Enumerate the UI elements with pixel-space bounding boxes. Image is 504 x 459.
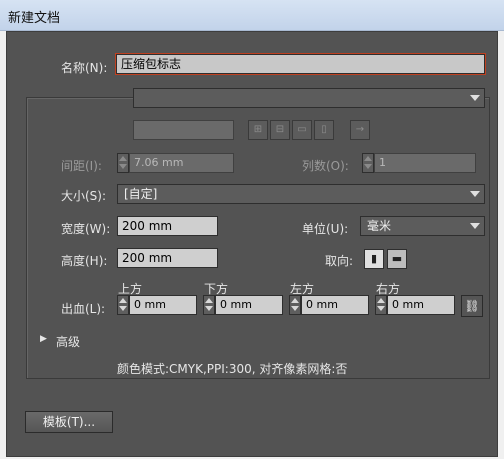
grid-by-column-icon[interactable]: ⊟ [270,120,290,140]
artboard-count-input[interactable] [133,120,234,140]
bleed-top-input[interactable]: 0 mm [129,295,197,315]
orientation-label: 取向: [325,254,354,268]
chevron-down-icon [470,223,480,229]
unit-value: 毫米 [367,219,392,233]
bleed-right-input[interactable]: 0 mm [387,295,455,315]
bleed-left-input[interactable]: 0 mm [301,295,369,315]
columns-label: 列数(O): [302,159,349,173]
bleed-left-stepper[interactable] [289,295,301,315]
document-name-input[interactable]: 压缩包标志 [115,53,486,75]
spacing-input[interactable]: 7.06 mm [129,153,234,173]
arrange-by-row-icon[interactable]: ▭ [292,120,312,140]
portrait-orientation-icon[interactable]: ▮ [364,249,384,269]
size-value: [自定] [124,187,158,201]
spacing-label: 间距(I): [61,159,102,173]
landscape-orientation-icon[interactable]: ▬ [387,249,407,269]
chevron-down-icon [470,191,480,197]
bleed-right-stepper[interactable] [375,295,387,315]
spacing-stepper[interactable] [117,153,129,173]
columns-stepper[interactable] [362,153,374,173]
bleed-bottom-input[interactable]: 0 mm [215,295,283,315]
profile-select[interactable] [133,88,485,108]
chain-link-icon[interactable]: ⛓ [461,295,483,317]
height-label: 高度(H): [61,254,108,268]
arrow-right-icon[interactable]: → [350,120,370,140]
size-label: 大小(S): [61,189,107,203]
unit-select[interactable]: 毫米 [360,216,485,236]
width-label: 宽度(W): [61,222,111,236]
color-mode-info: 颜色模式:CMYK,PPI:300, 对齐像素网格:否 [117,362,348,376]
size-select[interactable]: [自定] [117,184,485,204]
columns-input[interactable]: 1 [374,153,476,173]
unit-label: 单位(U): [302,222,349,236]
templates-button[interactable]: 模板(T)... [25,411,113,433]
window-titlebar: 新建文档 [0,0,504,31]
triangle-right-icon[interactable]: ▶ [40,334,47,344]
name-label: 名称(N): [61,61,108,75]
height-input[interactable]: 200 mm [117,248,218,268]
grid-by-row-icon[interactable]: ⊞ [248,120,268,140]
chevron-down-icon [470,95,480,101]
bleed-label: 出血(L): [61,302,106,316]
advanced-toggle[interactable]: 高级 [56,333,80,350]
width-input[interactable]: 200 mm [117,216,218,236]
arrange-by-column-icon[interactable]: ▯ [314,120,334,140]
window-title: 新建文档 [8,11,61,26]
bleed-top-stepper[interactable] [117,295,129,315]
bleed-bottom-stepper[interactable] [203,295,215,315]
